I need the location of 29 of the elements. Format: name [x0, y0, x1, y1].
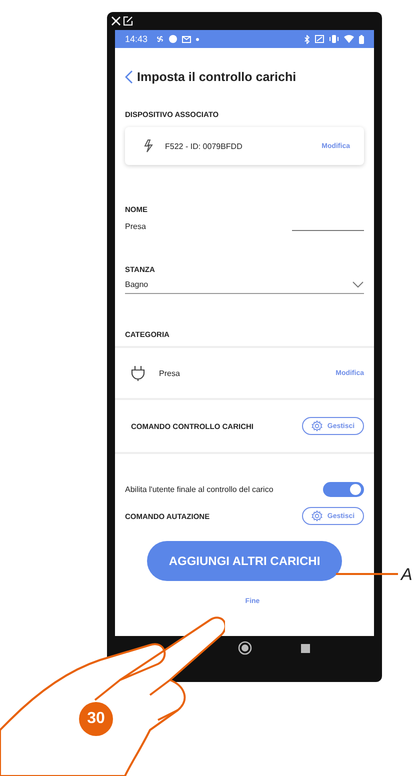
- lightning-icon: [143, 139, 153, 153]
- recents-nav-icon[interactable]: [300, 644, 310, 652]
- gear-icon: [311, 420, 324, 432]
- room-dropdown[interactable]: Bagno: [125, 280, 364, 294]
- gear-icon: [311, 510, 324, 522]
- add-loads-button[interactable]: AGGIUNGI ALTRI CARICHI: [147, 541, 342, 581]
- fan-icon: [156, 35, 164, 43]
- toggle-label: Abilita l'utente finale al controllo del carico: [125, 485, 274, 494]
- circle-icon: [168, 35, 177, 43]
- leader-line: [336, 573, 398, 575]
- vibrate-icon: [329, 35, 339, 43]
- mail-icon: [182, 36, 191, 42]
- chevron-down-icon: [352, 281, 364, 288]
- page-title: Imposta il controllo carichi: [137, 70, 296, 84]
- cast-icon: [315, 35, 324, 43]
- device-name: F522 - ID: 0079BFDD: [165, 142, 242, 150]
- dot-icon: [196, 38, 199, 40]
- toggle-switch[interactable]: [323, 482, 364, 497]
- plug-icon: [131, 365, 145, 381]
- battery-icon: [359, 34, 364, 44]
- bluetooth-icon: [304, 34, 310, 44]
- status-time: 14:43: [125, 34, 148, 44]
- wifi-icon: [344, 35, 354, 43]
- name-input[interactable]: Presa: [125, 222, 146, 231]
- category-name: Presa: [159, 368, 180, 378]
- close-icon: [111, 16, 121, 26]
- home-nav-icon[interactable]: [238, 641, 252, 655]
- callout-label: A: [401, 565, 412, 585]
- edit-icon: [123, 16, 133, 26]
